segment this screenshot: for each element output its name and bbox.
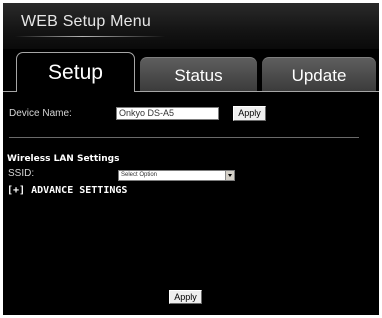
title-underline [15, 36, 165, 37]
section-divider [9, 137, 359, 138]
tab-status[interactable]: Status [140, 57, 257, 92]
device-name-field[interactable]: Onkyo DS-A5 [116, 107, 219, 120]
tab-divider-right [135, 91, 379, 92]
device-name-label: Device Name: [9, 108, 72, 119]
tab-divider-left [3, 91, 16, 92]
title-bar: WEB Setup Menu [3, 3, 379, 49]
ssid-select[interactable]: Select Option [118, 170, 235, 181]
tab-setup[interactable]: Setup [16, 52, 135, 92]
wireless-settings-heading: Wireless LAN Settings [7, 154, 120, 164]
device-apply-button[interactable]: Apply [233, 106, 266, 121]
chevron-down-icon[interactable] [225, 171, 234, 180]
setup-window: WEB Setup Menu Setup Status Update Devic… [3, 3, 379, 315]
tab-update[interactable]: Update [262, 57, 376, 92]
advance-settings-toggle[interactable]: [+] ADVANCE SETTINGS [7, 185, 127, 196]
page-title: WEB Setup Menu [21, 13, 151, 30]
ssid-selected-value: Select Option [121, 172, 158, 178]
apply-button[interactable]: Apply [169, 290, 202, 304]
ssid-label: SSID: [8, 168, 35, 179]
